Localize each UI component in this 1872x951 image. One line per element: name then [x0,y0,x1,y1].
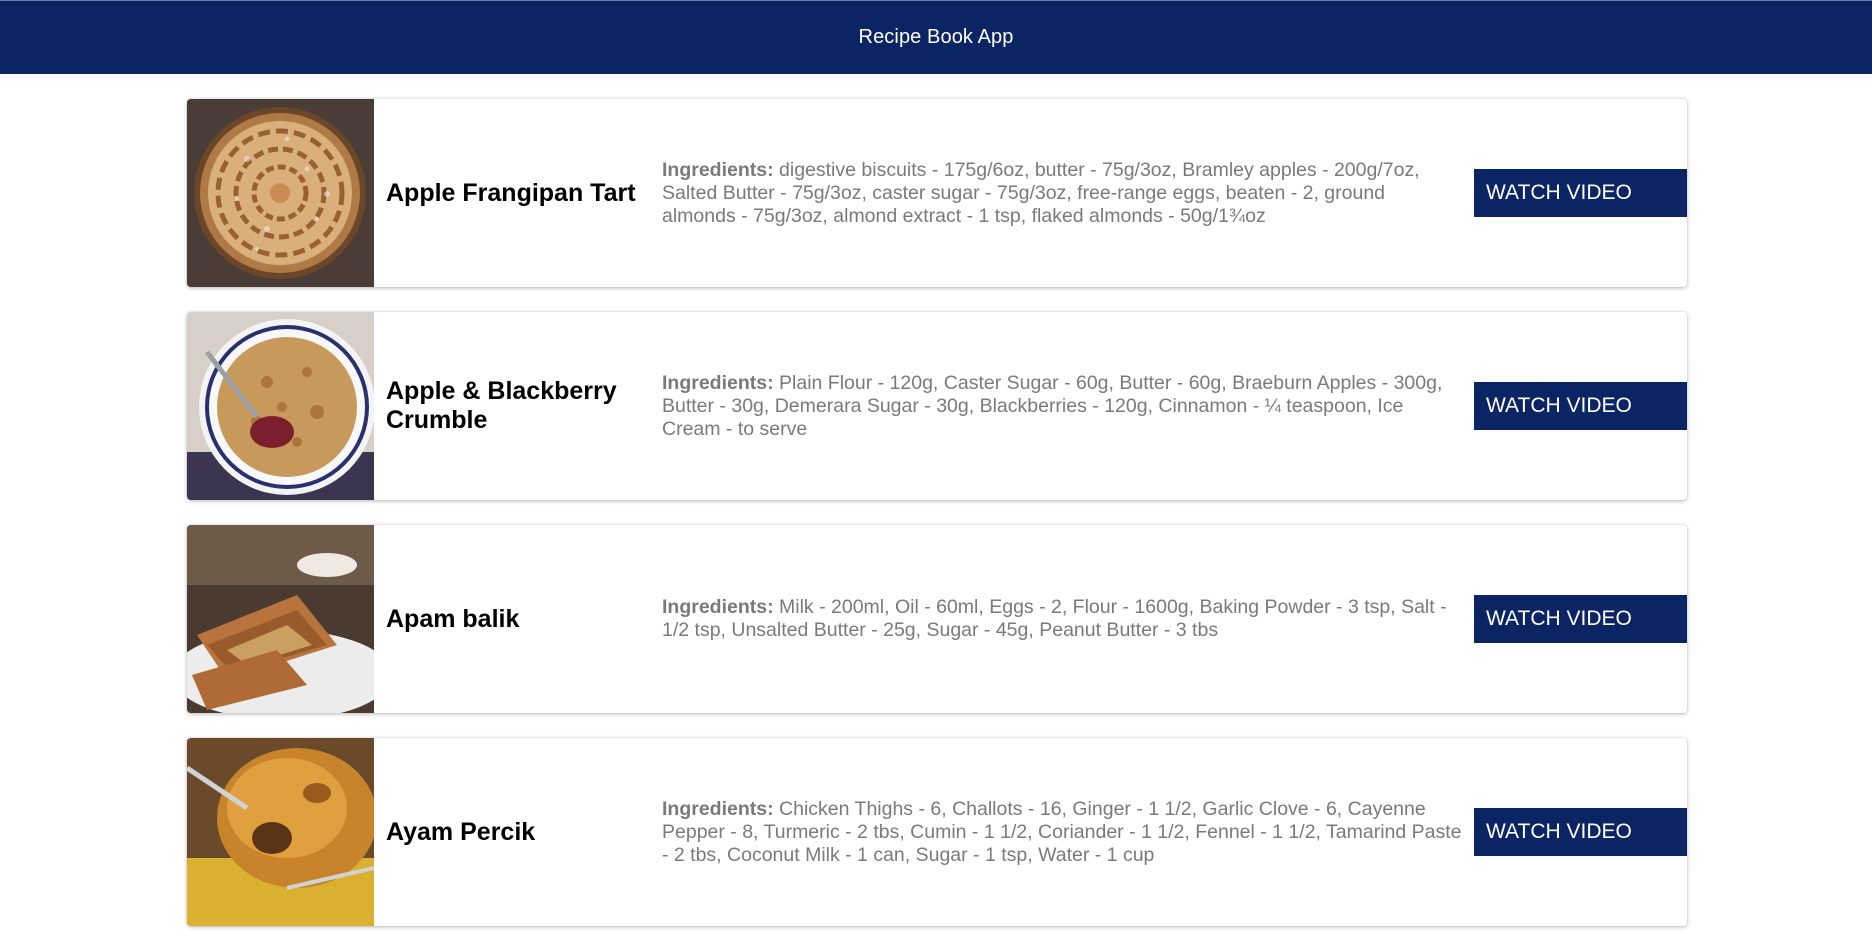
recipe-title: Apple & Blackberry Crumble [386,377,617,434]
ingredients-text: digestive biscuits - 175g/6oz, butter - … [662,158,1420,227]
app-header: Recipe Book App [0,0,1872,74]
recipe-ingredients: Ingredients: digestive biscuits - 175g/6… [662,159,1462,228]
ingredients-text: Milk - 200ml, Oil - 60ml, Eggs - 2, Flou… [662,596,1447,641]
ingredients-label: Ingredients: [662,797,774,820]
recipe-image [187,525,374,713]
recipe-list: Apple Frangipan Tart Ingredients: digest… [187,99,1687,951]
crumble-image [187,312,374,500]
ingredients-text: Chicken Thighs - 6, Challots - 16, Ginge… [662,797,1462,866]
recipe-card: Apple Frangipan Tart Ingredients: digest… [187,99,1687,287]
recipe-image [187,99,374,287]
ingredients-label: Ingredients: [662,596,774,618]
recipe-card: Apple & Blackberry Crumble Ingredients: … [187,312,1687,500]
tart-image [187,99,374,287]
ingredients-text: Plain Flour - 120g, Caster Sugar - 60g, … [662,371,1443,440]
watch-video-button[interactable]: WATCH VIDEO [1474,808,1687,856]
watch-video-button[interactable]: WATCH VIDEO [1474,595,1687,643]
ingredients-label: Ingredients: [662,158,774,181]
watch-video-button[interactable]: WATCH VIDEO [1474,382,1687,430]
recipe-card: Ayam Percik Ingredients: Chicken Thighs … [187,738,1687,926]
app-title: Recipe Book App [858,26,1014,48]
recipe-image [187,738,374,926]
recipe-title: Ayam Percik [386,817,536,846]
recipe-title: Apam balik [386,604,520,633]
recipe-title: Apple Frangipan Tart [386,178,636,207]
ingredients-label: Ingredients: [662,371,774,394]
recipe-card: Apam balik Ingredients: Milk - 200ml, Oi… [187,525,1687,713]
recipe-ingredients: Ingredients: Chicken Thighs - 6, Challot… [662,798,1462,867]
recipe-image [187,312,374,500]
chicken-image [187,738,374,926]
pancake-image [187,525,374,713]
recipe-ingredients: Ingredients: Milk - 200ml, Oil - 60ml, E… [662,596,1462,642]
watch-video-button[interactable]: WATCH VIDEO [1474,169,1687,217]
recipe-ingredients: Ingredients: Plain Flour - 120g, Caster … [662,372,1462,441]
